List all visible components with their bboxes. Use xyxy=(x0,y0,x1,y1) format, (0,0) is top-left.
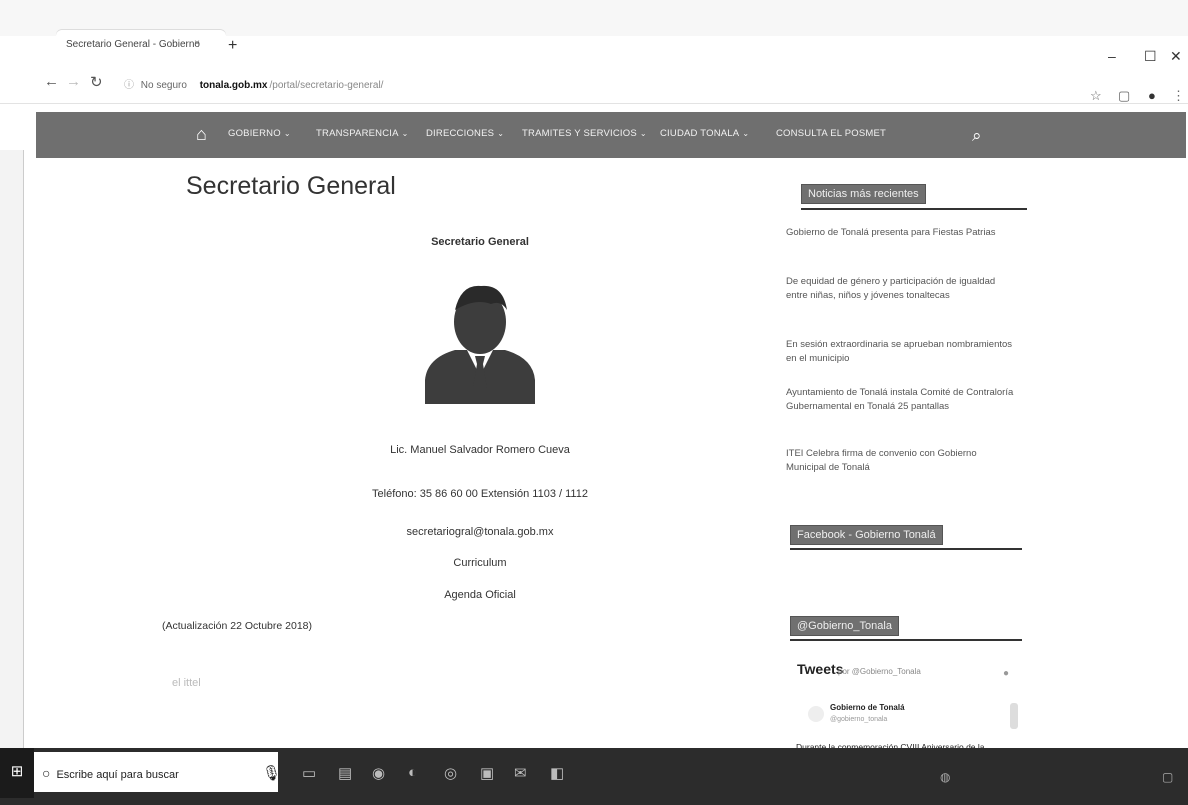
email-link[interactable]: secretariogral@tonala.gob.mx xyxy=(300,526,660,538)
faint-footer-text: el ittel xyxy=(172,677,201,689)
search-icon[interactable]: ⌕ xyxy=(972,126,982,146)
word-icon[interactable]: ◧ xyxy=(550,764,564,782)
tweets-title: Tweets xyxy=(797,661,844,677)
notifications-icon[interactable]: ▢ xyxy=(1162,770,1173,784)
taskbar-search-input[interactable]: ○ Escribe aquí para buscar xyxy=(34,752,278,792)
tweet-scrollbar[interactable] xyxy=(1010,703,1018,729)
chevron-down-icon: ⌄ xyxy=(283,129,291,138)
tweets-by-link[interactable]: por @Gobierno_Tonala xyxy=(838,667,921,676)
tab-title: Secretario General - Gobierno xyxy=(66,39,200,50)
person-avatar-icon xyxy=(425,285,535,404)
tweet-author[interactable]: Gobierno de Tonalá xyxy=(830,703,905,712)
url-host: tonala.gob.mx xyxy=(199,80,268,91)
url-security-label: No seguro xyxy=(140,80,187,91)
network-icon[interactable]: ◍ xyxy=(940,770,950,784)
task-view-icon[interactable]: ▭ xyxy=(302,764,316,782)
home-icon[interactable]: ⌂ xyxy=(196,124,207,145)
minimize-button[interactable]: – xyxy=(1108,48,1116,64)
news-item[interactable]: En sesión extraordinaria se aprueban nom… xyxy=(786,338,1016,366)
close-window-button[interactable]: ✕ xyxy=(1170,48,1182,65)
page-title: Secretario General xyxy=(186,172,396,200)
url-bar[interactable]: ⓘ No seguro tonala.gob.mx/portal/secreta… xyxy=(118,72,1078,94)
url-path: /portal/secretario-general/ xyxy=(269,80,384,91)
chevron-down-icon: ⌄ xyxy=(742,129,750,138)
heading-underline xyxy=(801,208,1027,210)
browser-icon[interactable]: ◉ xyxy=(372,764,385,782)
profile-icon[interactable]: ● xyxy=(1148,88,1156,103)
news-item[interactable]: Ayuntamiento de Tonalá instala Comité de… xyxy=(786,386,1016,414)
tab-close-icon[interactable]: × xyxy=(194,38,200,49)
cortana-icon: ○ xyxy=(42,765,51,781)
microphone-icon[interactable]: 🎙 xyxy=(262,764,281,782)
nav-direcciones[interactable]: DIRECCIONES ⌄ xyxy=(426,128,504,139)
nav-gobierno[interactable]: GOBIERNO ⌄ xyxy=(228,128,291,139)
search-placeholder: Escribe aquí para buscar xyxy=(56,769,179,781)
nav-ciudad-tonala[interactable]: CIUDAD TONALA ⌄ xyxy=(660,128,749,139)
vertical-ruler xyxy=(0,150,24,752)
windows-start-icon[interactable]: ⊞ xyxy=(0,748,34,798)
update-note: (Actualización 22 Octubre 2018) xyxy=(162,620,312,632)
twitter-info-icon[interactable]: ● xyxy=(1003,668,1009,679)
news-item[interactable]: Gobierno de Tonalá presenta para Fiestas… xyxy=(786,226,1016,240)
recent-news-heading: Noticias más recientes xyxy=(801,184,926,204)
store-icon[interactable]: ▣ xyxy=(480,764,494,782)
extension-icon[interactable]: ▢ xyxy=(1118,88,1130,104)
news-item[interactable]: ITEI Celebra firma de convenio con Gobie… xyxy=(786,447,1016,475)
agenda-link[interactable]: Agenda Oficial xyxy=(300,589,660,601)
curriculum-link[interactable]: Curriculum xyxy=(300,557,660,569)
chevron-down-icon: ⌄ xyxy=(497,129,505,138)
tweet-handle: @gobierno_tonala xyxy=(830,716,888,723)
file-explorer-icon[interactable]: ▤ xyxy=(338,764,352,782)
chevron-down-icon: ⌄ xyxy=(639,129,647,138)
forward-icon[interactable]: → xyxy=(66,73,81,90)
heading-underline xyxy=(790,548,1022,550)
menu-icon[interactable]: ⋮ xyxy=(1172,88,1185,104)
browser-tab[interactable]: Secretario General - Gobierno × xyxy=(56,30,226,58)
chevron-down-icon: ⌄ xyxy=(401,129,409,138)
nav-transparencia[interactable]: TRANSPARENCIA ⌄ xyxy=(316,128,409,139)
phone-text: Teléfono: 35 86 60 00 Extensión 1103 / 1… xyxy=(372,488,588,500)
new-tab-button[interactable]: + xyxy=(228,37,237,55)
news-item[interactable]: De equidad de género y participación de … xyxy=(786,275,1016,303)
chrome-icon[interactable]: ◎ xyxy=(444,764,457,782)
section-subtitle: Secretario General xyxy=(431,236,529,248)
twitter-heading: @Gobierno_Tonala xyxy=(790,616,899,636)
facebook-heading: Facebook - Gobierno Tonalá xyxy=(790,525,943,545)
official-name: Lic. Manuel Salvador Romero Cueva xyxy=(390,444,570,456)
app-icon[interactable]: ◐ xyxy=(408,764,417,781)
nav-tramites[interactable]: TRAMITES Y SERVICIOS ⌄ xyxy=(522,128,647,139)
tweet-avatar xyxy=(808,706,824,722)
maximize-button[interactable]: ☐ xyxy=(1144,48,1157,65)
mail-icon[interactable]: ✉ xyxy=(514,764,527,782)
bookmark-star-icon[interactable]: ☆ xyxy=(1090,88,1102,104)
nav-consulta-posmet[interactable]: CONSULTA EL POSMET xyxy=(776,128,886,139)
reload-icon[interactable]: ↻ xyxy=(90,73,103,91)
heading-underline xyxy=(790,639,1022,641)
info-icon: ⓘ xyxy=(124,80,134,91)
back-icon[interactable]: ← xyxy=(44,73,59,90)
